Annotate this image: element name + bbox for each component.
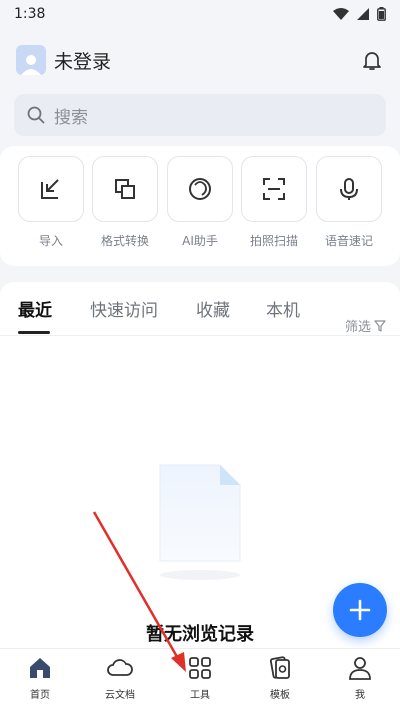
search-input[interactable]: 搜索	[14, 94, 386, 136]
nav-me[interactable]: 我	[320, 655, 400, 701]
cloud-icon	[107, 659, 133, 676]
tool-voice-note-box[interactable]	[316, 156, 382, 222]
nav-tools-label: 工具	[190, 690, 210, 701]
tool-scan-label: 拍照扫描	[249, 234, 298, 248]
nav-me-label: 我	[355, 690, 365, 701]
tool-import-label: 导入	[38, 234, 63, 248]
plus-icon	[349, 599, 371, 621]
login-status[interactable]: 未登录	[54, 47, 111, 74]
filter-button[interactable]: 筛选	[345, 316, 386, 335]
tool-format-convert-label: 格式转换	[100, 234, 149, 248]
tool-ai-assistant-box[interactable]	[167, 156, 233, 222]
tabs-divider	[0, 335, 400, 336]
format-convert-icon	[115, 179, 135, 199]
status-icons	[333, 7, 386, 21]
active-tab-indicator	[18, 331, 50, 334]
tool-scan-box[interactable]	[241, 156, 307, 222]
avatar-user-icon	[21, 55, 41, 75]
nav-cloud-docs-label: 云文档	[105, 690, 135, 701]
filter-icon	[374, 319, 386, 332]
filter-label: 筛选	[344, 320, 371, 335]
battery-icon	[377, 7, 386, 21]
empty-document-icon	[159, 464, 241, 580]
tool-import-box[interactable]	[18, 156, 84, 222]
tab-favorites[interactable]: 收藏	[196, 296, 230, 321]
avatar[interactable]	[16, 45, 46, 75]
microphone-icon	[340, 178, 358, 200]
nav-home[interactable]: 首页	[0, 655, 80, 701]
search-placeholder: 搜索	[54, 107, 88, 128]
tool-voice-note-label: 语音速记	[324, 234, 373, 248]
bottom-nav: 首页 云文档 工具 模板 我	[0, 648, 400, 711]
nav-templates-label: 模板	[270, 690, 290, 701]
tool-voice-note[interactable]: 语音速记	[316, 156, 382, 249]
grid-icon	[189, 657, 211, 679]
tool-ai-assistant-label: AI助手	[182, 234, 218, 248]
home-icon	[30, 658, 50, 678]
signal-icon	[357, 8, 369, 20]
scan-icon	[263, 178, 285, 200]
user-icon	[349, 657, 371, 680]
status-time: 1:38	[14, 6, 46, 22]
ai-assistant-icon	[189, 178, 211, 200]
add-button[interactable]	[333, 583, 387, 637]
tab-local[interactable]: 本机	[266, 296, 300, 321]
import-icon	[41, 179, 59, 199]
tool-ai-assistant[interactable]: AI助手	[167, 156, 233, 249]
tab-recent[interactable]: 最近	[18, 296, 52, 321]
tool-format-convert[interactable]: 格式转换	[92, 156, 158, 249]
search-icon	[27, 106, 45, 124]
nav-cloud-docs[interactable]: 云文档	[80, 655, 160, 701]
template-icon	[269, 656, 290, 679]
file-tabs: 最近 快速访问 收藏 本机 筛选	[0, 296, 400, 336]
bell-icon[interactable]	[360, 48, 384, 72]
status-bar: 1:38	[0, 0, 400, 28]
tools-card: 导入 格式转换 AI助手 拍照扫描 语音速记	[0, 146, 400, 266]
nav-templates[interactable]: 模板	[240, 655, 320, 701]
wifi-icon	[333, 8, 349, 20]
nav-home-label: 首页	[30, 690, 50, 701]
nav-tools[interactable]: 工具	[160, 655, 240, 701]
tab-quick-access[interactable]: 快速访问	[90, 296, 158, 321]
tool-format-convert-box[interactable]	[92, 156, 158, 222]
tool-scan[interactable]: 拍照扫描	[241, 156, 307, 249]
tool-import[interactable]: 导入	[18, 156, 84, 249]
header: 未登录	[0, 38, 400, 82]
